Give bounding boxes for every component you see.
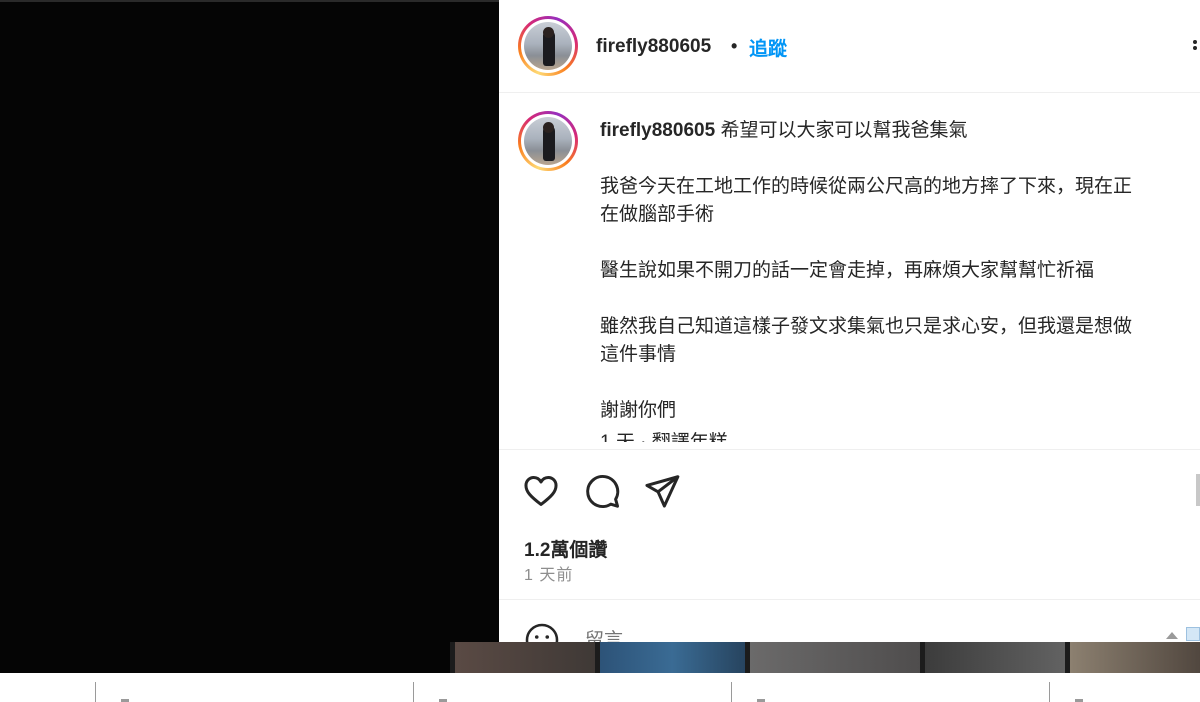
caption-line: 在做腦部手術: [600, 204, 715, 225]
caption-line: 我爸今天在工地工作的時候從兩公尺高的地方摔了下來，現在正: [600, 176, 1133, 197]
comment-icon[interactable]: [583, 472, 621, 510]
header-username[interactable]: firefly880605: [596, 36, 711, 58]
caption-line: 謝謝你們: [600, 400, 677, 421]
post-panel: firefly880605 • 追蹤 firefly880605 希望可以大家可…: [499, 0, 1200, 642]
caption-line: 醫生說如果不開刀的話一定會走掉，再麻煩大家幫幫忙祈福: [600, 260, 1095, 281]
side-widget-icon[interactable]: [1186, 627, 1200, 641]
media-top-strip: [0, 0, 499, 2]
post-header: firefly880605 • 追蹤: [499, 0, 1200, 93]
caption-avatar[interactable]: [518, 111, 578, 171]
background-photo-strip: [450, 642, 1200, 673]
post-time[interactable]: 1 天前: [524, 561, 573, 585]
avatar-image: [524, 117, 572, 165]
comment-row: [499, 599, 1200, 642]
background-photo: [600, 642, 745, 673]
caption-area: firefly880605 希望可以大家可以幫我爸集氣 我爸今天在工地工作的時候…: [499, 94, 1200, 442]
caption-first-line: 希望可以大家可以幫我爸集氣: [720, 120, 968, 141]
more-options-icon[interactable]: [1193, 40, 1199, 54]
follow-button[interactable]: 追蹤: [749, 34, 787, 61]
heart-icon[interactable]: [522, 472, 560, 510]
caption-truncated-line: 1 天 · 翻譯年糕: [600, 429, 1198, 442]
divider: [95, 682, 96, 702]
comment-input[interactable]: [585, 626, 1145, 642]
background-photo: [1070, 642, 1200, 673]
separator-dot: •: [731, 36, 738, 56]
likes-count[interactable]: 1.2萬個讚: [524, 535, 607, 562]
divider: [413, 682, 414, 702]
background-photo: [925, 642, 1065, 673]
bottom-grid-bar: [0, 673, 1200, 702]
divider: [731, 682, 732, 702]
caption-text: firefly880605 希望可以大家可以幫我爸集氣 我爸今天在工地工作的時候…: [600, 117, 1198, 442]
post-media: [0, 0, 499, 673]
avatar-image: [524, 22, 572, 70]
caption-username[interactable]: firefly880605: [600, 120, 715, 141]
caption-line: 這件事情: [600, 344, 677, 365]
background-photo: [750, 642, 920, 673]
avatar[interactable]: [518, 16, 578, 76]
caption-line: 雖然我自己知道這樣子發文求集氣也只是求心安，但我還是想做: [600, 316, 1133, 337]
scroll-up-icon[interactable]: [1165, 627, 1179, 639]
emoji-icon[interactable]: [524, 622, 560, 642]
scrollbar-thumb[interactable]: [1196, 474, 1200, 506]
background-photo: [455, 642, 595, 673]
send-icon[interactable]: [643, 472, 681, 510]
divider: [1049, 682, 1050, 702]
